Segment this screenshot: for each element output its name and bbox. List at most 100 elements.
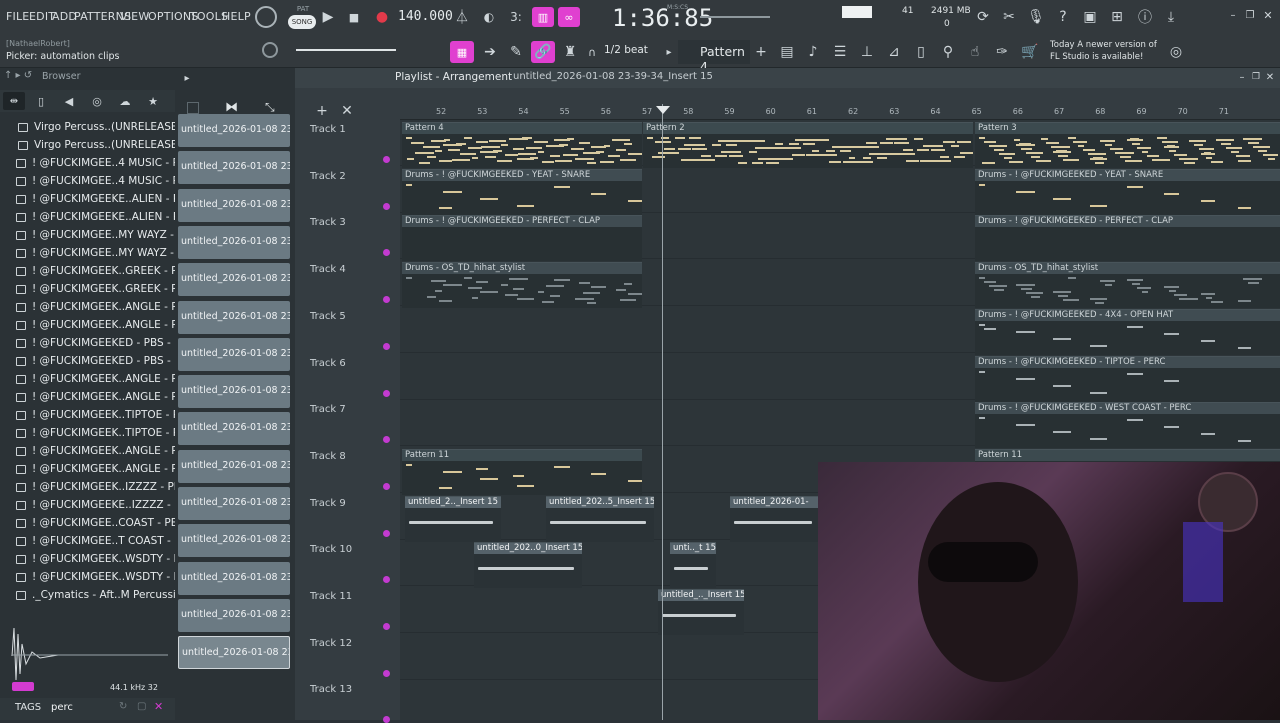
browser-star-tab-icon[interactable]: ★ bbox=[144, 92, 162, 110]
pat-mode-label[interactable]: PAT bbox=[290, 5, 316, 13]
step-edit-icon[interactable]: ▥ bbox=[532, 7, 554, 27]
tags-search-value[interactable]: perc bbox=[51, 702, 73, 713]
track-name[interactable]: Track 10 bbox=[310, 544, 352, 555]
touch-icon[interactable]: ☝ bbox=[965, 42, 985, 62]
master-volume-slider[interactable] bbox=[296, 49, 396, 51]
track-name[interactable]: Track 7 bbox=[310, 404, 346, 415]
cart-icon[interactable]: 🛒 bbox=[1020, 42, 1040, 62]
track-name[interactable]: Track 1 bbox=[310, 124, 346, 135]
picker-automation-icon[interactable]: ⤡ bbox=[265, 100, 275, 115]
picker-item[interactable]: untitled_2026-01-08 23-.. bbox=[178, 636, 290, 670]
plugin-picker-icon[interactable]: ⊿ bbox=[884, 42, 904, 62]
picker-pattern-icon[interactable] bbox=[187, 102, 199, 114]
pattern-prev-icon[interactable]: ▸ bbox=[663, 44, 675, 60]
browser-item[interactable]: ! @FUCKIMGEEKE..ALIEN - PERC bbox=[16, 190, 200, 208]
save-icon[interactable]: ▣ bbox=[1081, 8, 1099, 26]
picker-item[interactable]: untitled_2026-01-08 23-.. bbox=[178, 524, 290, 558]
browser-item[interactable]: ! @FUCKIMGEEK..GREEK - PERC bbox=[16, 262, 198, 280]
maximize-icon[interactable]: ❐ bbox=[1243, 8, 1257, 22]
menu-help[interactable]: HELP bbox=[222, 10, 251, 23]
browser-item[interactable]: ! @FUCKIMGEEK..IZZZZ - PERC bbox=[16, 478, 195, 496]
pattern-clip[interactable]: Drums - ! @FUCKIMGEEKED - YEAT - SNARE bbox=[402, 168, 642, 215]
track-name[interactable]: Track 9 bbox=[310, 498, 346, 509]
track-name[interactable]: Track 13 bbox=[310, 684, 352, 695]
picker-item[interactable]: untitled_2026-01-08 23-.. bbox=[178, 300, 290, 334]
playlist-icon[interactable]: ▤ bbox=[777, 42, 797, 62]
playhead[interactable] bbox=[662, 104, 663, 720]
browser-item[interactable]: ! @FUCKIMGEEK..TIPTOE - PERC bbox=[16, 424, 200, 442]
track-mute-icon[interactable] bbox=[383, 342, 390, 350]
channel-rack-icon[interactable]: ⊥ bbox=[857, 42, 877, 62]
track-name[interactable]: Track 11 bbox=[310, 591, 352, 602]
picker-item[interactable]: untitled_2026-01-08 23-.. bbox=[178, 337, 290, 371]
track-mute-icon[interactable] bbox=[383, 389, 390, 397]
metronome-icon[interactable]: ⏃ bbox=[452, 8, 472, 26]
picker-item[interactable]: untitled_2026-01-08 23-.. bbox=[178, 487, 290, 520]
browser-item[interactable]: ! @FUCKIMGEEK..ANGLE - PERC bbox=[16, 460, 198, 478]
track-name[interactable]: Track 8 bbox=[310, 451, 346, 462]
picker-item[interactable]: untitled_2026-01-08 23-.. bbox=[178, 114, 290, 147]
record-icon[interactable]: ● bbox=[374, 9, 390, 25]
playlist-close-icon[interactable]: ✕ bbox=[1263, 70, 1277, 84]
song-position-slider[interactable] bbox=[700, 16, 770, 18]
undo-icon[interactable]: ⟳ bbox=[974, 8, 992, 26]
master-pitch-knob[interactable] bbox=[262, 42, 278, 58]
menu-file[interactable]: FILE bbox=[6, 10, 29, 23]
browser-item[interactable]: ! @FUCKIMGEEK..ANGLE - PERC bbox=[16, 388, 198, 406]
audio-clip[interactable]: untitled_2026-01- bbox=[730, 495, 820, 542]
pattern-clip[interactable]: Drums - ! @FUCKIMGEEKED - 4X4 - OPEN HAT bbox=[975, 308, 1280, 355]
close-icon[interactable]: ✕ bbox=[1261, 8, 1275, 22]
browser-cloud-tab-icon[interactable]: ☁ bbox=[116, 92, 134, 110]
track-mute-icon[interactable] bbox=[383, 296, 390, 304]
preview-play-icon[interactable] bbox=[12, 682, 34, 691]
playlist-view-icon[interactable]: ▦ bbox=[450, 41, 474, 63]
mixer-view-icon[interactable]: ☰ bbox=[830, 42, 850, 62]
tags-copy-icon[interactable]: ▢ bbox=[137, 701, 146, 712]
track-name[interactable]: Track 4 bbox=[310, 264, 346, 275]
audio-clip[interactable]: untitled_.._Insert 15 bbox=[658, 589, 744, 635]
browser-item[interactable]: ! @FUCKIMGEEK..GREEK - PERC bbox=[16, 280, 198, 298]
pattern-clip[interactable]: Drums - ! @FUCKIMGEEKED - PERFECT - CLAP bbox=[975, 215, 1280, 262]
track-name[interactable]: Track 3 bbox=[310, 217, 346, 228]
plug-icon[interactable]: ⚲ bbox=[938, 42, 958, 62]
menu-view[interactable]: VIEW bbox=[120, 10, 149, 23]
loop-record-icon[interactable]: ∞ bbox=[558, 7, 580, 27]
add-track-icon[interactable]: + bbox=[315, 103, 329, 119]
track-mute-icon[interactable] bbox=[383, 249, 390, 257]
pattern-clip[interactable]: Pattern 2 bbox=[643, 122, 973, 168]
pattern-clip[interactable]: Drums - ! @FUCKIMGEEKED - WEST COAST - P… bbox=[975, 402, 1280, 449]
track-mute-icon[interactable] bbox=[383, 482, 390, 490]
picker-audio-icon[interactable]: ⧓ bbox=[225, 100, 238, 115]
tags-refresh-icon[interactable]: ↻ bbox=[119, 701, 127, 712]
track-name[interactable]: Track 5 bbox=[310, 311, 346, 322]
browser-item[interactable]: ! @FUCKIMGEEKE..ALIEN - PERC bbox=[16, 208, 200, 226]
tags-clear-icon[interactable]: ✕ bbox=[154, 700, 163, 713]
picker-item[interactable]: untitled_2026-01-08 23-.. bbox=[178, 449, 290, 483]
piano-roll-icon[interactable]: ♪ bbox=[803, 42, 823, 62]
track-mute-icon[interactable] bbox=[383, 156, 390, 163]
microphone-icon[interactable]: 🎙 bbox=[1027, 8, 1045, 26]
browser-globe-tab-icon[interactable]: ◎ bbox=[88, 92, 106, 110]
browser-item[interactable]: ! @FUCKIMGEEK..TIPTOE - PERC bbox=[16, 406, 200, 424]
browser-item[interactable]: ! @FUCKIMGEEKED - PBS - PERC bbox=[16, 352, 201, 370]
wait-input-icon[interactable]: ◐ bbox=[478, 8, 500, 26]
browser-speaker-tab-icon[interactable]: ◀ bbox=[60, 92, 78, 110]
pattern-clip[interactable]: Pattern 11 bbox=[402, 448, 642, 495]
stop-icon[interactable]: ■ bbox=[346, 9, 362, 25]
browser-all-tab-icon[interactable]: ⇹ bbox=[3, 92, 25, 110]
metronome-stamp-icon[interactable]: ♜ bbox=[560, 41, 580, 63]
track-name[interactable]: Track 6 bbox=[310, 358, 346, 369]
link-icon[interactable]: 🔗 bbox=[531, 41, 555, 63]
pattern-clip[interactable]: Drums - ! @FUCKIMGEEKED - PERFECT - CLAP bbox=[402, 215, 642, 262]
browser-item[interactable]: ._Cymatics - Aft..M Percussion 1 bbox=[16, 586, 199, 604]
info-icon[interactable]: ⓘ bbox=[1136, 8, 1154, 26]
browser-files-tab-icon[interactable]: ▯ bbox=[32, 92, 50, 110]
track-mute-icon[interactable] bbox=[383, 623, 390, 630]
browser-item[interactable]: ! @FUCKIMGEEKED - PBS - PERC bbox=[16, 334, 201, 352]
playlist-maximize-icon[interactable]: ❐ bbox=[1249, 70, 1263, 84]
audio-clip[interactable]: untitled_202..0_Insert 15 bbox=[474, 542, 582, 589]
mixer-icon[interactable]: ⊞ bbox=[1108, 8, 1126, 26]
picker-item[interactable]: untitled_2026-01-08 23-.. bbox=[178, 151, 290, 185]
countdown-icon[interactable]: 3: bbox=[505, 8, 527, 26]
picker-item[interactable]: untitled_2026-01-08 23-.. bbox=[178, 188, 290, 222]
